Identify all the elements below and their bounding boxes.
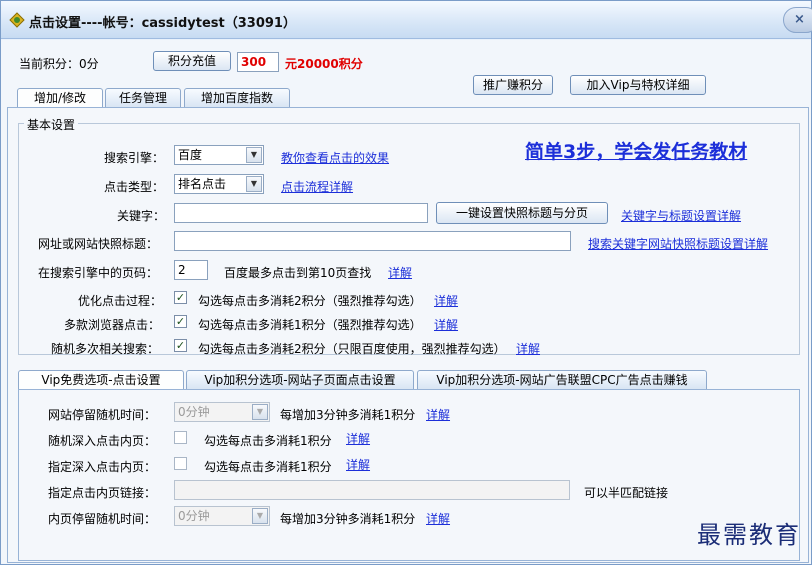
click-flow-link[interactable]: 点击流程详解	[281, 178, 353, 195]
snapshot-title-help-link[interactable]: 搜索关键字网站快照标题设置详解	[588, 235, 768, 252]
inner-stay-value: 0分钟	[178, 509, 210, 523]
optimize-click-text: 勾选每点击多消耗2积分（强烈推荐勾选）	[198, 294, 422, 308]
tab-vip-cpc[interactable]: Vip加积分选项-网站广告联盟CPC广告点击赚钱	[417, 370, 707, 390]
keyword-label: 关键字：	[117, 209, 166, 223]
recharge-price-text: 元20000积分	[285, 57, 363, 71]
referral-button[interactable]: 推广赚积分	[473, 75, 553, 95]
chevron-down-icon[interactable]: ▼	[252, 508, 268, 524]
random-search-text: 勾选每点击多消耗2积分（只限百度使用，强烈推荐勾选）	[198, 342, 506, 356]
tab-vip-free[interactable]: Vip免费选项-点击设置	[18, 370, 184, 390]
click-type-value: 排名点击	[178, 177, 227, 191]
chevron-down-icon[interactable]: ▼	[246, 147, 262, 163]
inner-stay-help-link[interactable]: 详解	[426, 510, 450, 527]
optimize-click-checkbox[interactable]: ✓	[174, 291, 187, 304]
current-points-label: 当前积分：0分	[19, 57, 99, 71]
tutorial-link[interactable]: 简单3步，学会发任务教材	[525, 137, 747, 164]
page-number-label: 在搜索引擎中的页码：	[38, 266, 159, 280]
recharge-button[interactable]: 积分充值	[153, 51, 231, 71]
content-area: 当前积分：0分 积分充值 300 元20000积分 推广赚积分 加入Vip与特权…	[1, 40, 811, 564]
close-icon: ×	[794, 12, 805, 27]
app-logo-icon	[9, 12, 25, 28]
settings-window: 点击设置----帐号：cassidytest（33091） × 当前积分：0分 …	[0, 0, 812, 565]
inner-link-label: 指定点击内页链接：	[48, 486, 157, 500]
random-deep-label: 随机深入点击内页：	[48, 434, 157, 448]
fixed-deep-text: 勾选每点击多消耗1积分	[204, 460, 332, 474]
multi-browser-label: 多款浏览器点击：	[64, 318, 161, 332]
stay-time-label: 网站停留随机时间：	[48, 408, 157, 422]
inner-link-input[interactable]	[174, 480, 570, 500]
random-deep-checkbox[interactable]	[174, 431, 187, 444]
search-engine-select[interactable]: 百度 ▼	[174, 145, 264, 165]
stay-time-select[interactable]: 0分钟 ▼	[174, 402, 270, 422]
window-title: 点击设置----帐号：cassidytest（33091）	[29, 16, 296, 31]
optimize-click-help-link[interactable]: 详解	[434, 292, 458, 309]
page-number-hint: 百度最多点击到第10页查找	[224, 266, 372, 280]
random-search-checkbox[interactable]: ✓	[174, 339, 187, 352]
keyword-title-help-link[interactable]: 关键字与标题设置详解	[621, 207, 741, 224]
chevron-down-icon[interactable]: ▼	[246, 176, 262, 192]
basic-settings-label: 基本设置	[24, 116, 79, 133]
page-number-help-link[interactable]: 详解	[388, 264, 412, 281]
click-type-label: 点击类型：	[104, 180, 165, 194]
multi-browser-help-link[interactable]: 详解	[434, 316, 458, 333]
inner-stay-text: 每增加3分钟多消耗1积分	[280, 512, 416, 526]
click-type-select[interactable]: 排名点击 ▼	[174, 174, 264, 194]
fixed-deep-label: 指定深入点击内页：	[48, 460, 157, 474]
random-deep-help-link[interactable]: 详解	[346, 430, 370, 447]
fixed-deep-checkbox[interactable]	[174, 457, 187, 470]
main-panel: 基本设置 简单3步，学会发任务教材 搜索引擎： 百度 ▼ 教你查看点击的效果 点…	[7, 107, 809, 563]
search-engine-value: 百度	[178, 148, 203, 162]
random-search-label: 随机多次相关搜索：	[51, 342, 160, 356]
optimize-click-label: 优化点击过程：	[78, 294, 163, 308]
inner-stay-label: 内页停留随机时间：	[48, 512, 157, 526]
multi-browser-checkbox[interactable]: ✓	[174, 315, 187, 328]
snapshot-title-input[interactable]	[174, 231, 571, 251]
auto-set-title-button[interactable]: 一键设置快照标题与分页	[436, 202, 608, 224]
random-search-help-link[interactable]: 详解	[516, 340, 540, 357]
view-click-effect-link[interactable]: 教你查看点击的效果	[281, 149, 389, 166]
close-button[interactable]: ×	[783, 7, 812, 33]
search-engine-label: 搜索引擎：	[104, 151, 165, 165]
stay-time-text: 每增加3分钟多消耗1积分	[280, 408, 416, 422]
watermark-text: 最需教育	[697, 521, 801, 549]
title-bar[interactable]: 点击设置----帐号：cassidytest（33091） ×	[1, 1, 812, 39]
fixed-deep-help-link[interactable]: 详解	[346, 456, 370, 473]
recharge-amount-input[interactable]: 300	[237, 52, 279, 72]
keyword-input[interactable]	[174, 203, 428, 223]
inner-stay-select[interactable]: 0分钟 ▼	[174, 506, 270, 526]
snapshot-title-label: 网址或网站快照标题：	[38, 237, 159, 251]
stay-time-help-link[interactable]: 详解	[426, 406, 450, 423]
multi-browser-text: 勾选每点击多消耗1积分（强烈推荐勾选）	[198, 318, 422, 332]
tab-vip-subpage[interactable]: Vip加积分选项-网站子页面点击设置	[186, 370, 414, 390]
inner-link-hint: 可以半匹配链接	[584, 486, 669, 500]
stay-time-value: 0分钟	[178, 405, 210, 419]
tab-task-manage[interactable]: 任务管理	[105, 88, 181, 108]
vip-details-button[interactable]: 加入Vip与特权详细	[570, 75, 706, 95]
tab-add-edit[interactable]: 增加/修改	[17, 88, 103, 108]
page-number-input[interactable]: 2	[174, 260, 208, 280]
tab-baidu-index[interactable]: 增加百度指数	[184, 88, 290, 108]
chevron-down-icon[interactable]: ▼	[252, 404, 268, 420]
random-deep-text: 勾选每点击多消耗1积分	[204, 434, 332, 448]
